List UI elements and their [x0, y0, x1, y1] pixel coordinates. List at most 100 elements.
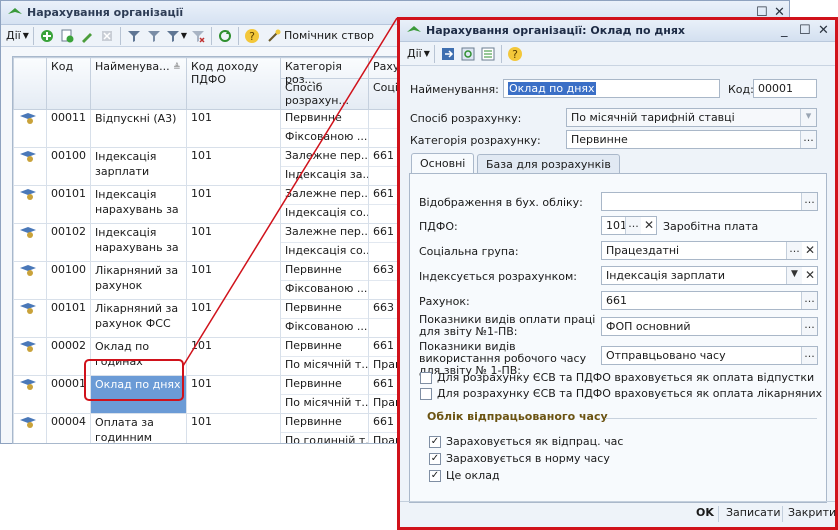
income-code-cell: 101: [186, 223, 281, 262]
counted-norm-checkbox[interactable]: ✓: [429, 453, 441, 465]
social-group-field[interactable]: Працездатні ... ✕: [601, 241, 818, 260]
social-group-label: Соціальна група:: [419, 245, 519, 258]
item-icon: [18, 149, 38, 163]
dialog-actions-menu[interactable]: Дії ▼: [406, 44, 431, 64]
reread-button[interactable]: [458, 44, 478, 64]
category-column-header[interactable]: Категорія роз... Спосіб розрахун...: [280, 57, 369, 110]
category-cell: Первинне По годинній т...: [280, 413, 369, 443]
clear-icon[interactable]: ✕: [803, 267, 817, 284]
section-divider: [605, 418, 817, 419]
save-arrow-icon: [440, 46, 456, 62]
save-close-button[interactable]: [438, 44, 458, 64]
close-button[interactable]: Закрити: [788, 506, 836, 519]
code-cell: 00001: [46, 375, 91, 414]
chevron-down-icon: ▼: [180, 31, 188, 40]
ellipsis-icon[interactable]: ...: [786, 242, 802, 259]
method-value: По місячній тарифній ставці: [571, 111, 735, 124]
actions-menu[interactable]: Дії ▼: [5, 26, 30, 46]
code-field[interactable]: 00001: [753, 79, 817, 98]
refresh-button[interactable]: [215, 26, 235, 46]
name-header-label: Найменува...: [95, 60, 170, 73]
counted-worktime-checkbox[interactable]: ✓: [429, 436, 441, 448]
code-cell: 00100: [46, 147, 91, 186]
is-salary-label: Це оклад: [446, 469, 500, 482]
category-cell: Первинне По місячній т...: [280, 375, 369, 414]
category-cell-line2: Індексація со...: [285, 244, 368, 257]
toolbar-separator: [211, 26, 213, 45]
method-select[interactable]: По місячній тарифній ставці ▾: [566, 108, 817, 127]
social-group-value: Працездатні: [606, 244, 680, 257]
income-code-cell: 101: [186, 375, 281, 414]
account-field[interactable]: 661 ...: [601, 291, 818, 310]
close-icon[interactable]: ✕: [818, 23, 829, 38]
category-field[interactable]: Первинне ...: [566, 130, 817, 149]
esv-vacation-checkbox[interactable]: [420, 372, 432, 384]
helper-label: Помічник створ: [284, 29, 375, 42]
counted-worktime-label: Зараховується як відпрац. час: [446, 435, 624, 448]
category-cell-line1: Первинне: [281, 301, 368, 319]
accounting-field[interactable]: ...: [601, 192, 818, 211]
ellipsis-icon[interactable]: ...: [625, 217, 641, 234]
income-code-column-header[interactable]: Код доходу ПДФО: [186, 57, 281, 110]
helper-button[interactable]: Помічник створ: [262, 26, 378, 46]
name-column-header[interactable]: Найменува... ≜: [90, 57, 187, 110]
filter-button[interactable]: [124, 26, 144, 46]
edit-button[interactable]: [77, 26, 97, 46]
ok-button[interactable]: OK: [696, 506, 714, 519]
category-cell: Залежне пер... Індексація со...: [280, 223, 369, 262]
help-button[interactable]: ?: [242, 26, 262, 46]
category-cell: Первинне Фіксованою ...: [280, 299, 369, 338]
esv-sick-checkbox[interactable]: [420, 388, 432, 400]
reread-icon: [460, 46, 476, 62]
category-cell-line2: Фіксованою ...: [285, 320, 368, 333]
clear-filter-button[interactable]: [188, 26, 208, 46]
chevron-down-icon[interactable]: ▼: [786, 267, 802, 284]
is-salary-checkbox[interactable]: ✓: [429, 470, 441, 482]
indexed-select[interactable]: Індексація зарплати ▼ ✕: [601, 266, 818, 285]
clear-icon[interactable]: ✕: [642, 217, 656, 234]
app-logo-icon: [406, 23, 422, 39]
name-cell: Лікарняний за рахунок: [90, 261, 187, 300]
code-column-header[interactable]: Код: [46, 57, 91, 110]
copy-button[interactable]: [57, 26, 77, 46]
toolbar-separator: [500, 44, 502, 63]
tab-main[interactable]: Основні: [411, 153, 475, 175]
labor-indicator-label: Показники видів оплати праці для звіту №…: [419, 313, 596, 338]
pdfo-field[interactable]: 101 ... ✕: [601, 216, 657, 235]
name-field[interactable]: Оклад по днях: [503, 79, 720, 98]
maximize-icon[interactable]: ☐: [799, 23, 811, 38]
worktime-indicator-field[interactable]: Отправцьовано часу ...: [601, 346, 818, 365]
method-label: Спосіб розрахунку:: [410, 112, 522, 125]
tab-base[interactable]: База для розрахунків: [477, 154, 620, 175]
add-button[interactable]: [37, 26, 57, 46]
code-header-label: Код: [51, 60, 74, 73]
indexed-label: Індексується розрахунком:: [419, 270, 577, 283]
save-button[interactable]: Записати: [726, 506, 780, 519]
labor-indicator-field[interactable]: ФОП основний ...: [601, 317, 818, 336]
delete-button[interactable]: [97, 26, 117, 46]
ellipsis-icon[interactable]: ...: [801, 318, 817, 335]
category-cell: Первинне По місячній т...: [280, 337, 369, 376]
copy-icon: [59, 28, 75, 44]
tab-base-label: База для розрахунків: [486, 158, 611, 171]
ellipsis-icon[interactable]: ...: [801, 292, 817, 309]
dialog-help-button[interactable]: ?: [505, 44, 525, 64]
tab-main-panel: Відображення в бух. обліку: ... ПДФО: 10…: [409, 173, 827, 503]
help-icon: ?: [244, 28, 260, 44]
filter-menu-button[interactable]: ▼: [164, 26, 188, 46]
category-cell-line2: По місячній т...: [285, 396, 368, 409]
name-cell: Відпускні (А3): [90, 109, 187, 148]
name-label: Найменування:: [410, 83, 499, 96]
ellipsis-icon[interactable]: ...: [801, 347, 817, 364]
clear-icon[interactable]: ✕: [803, 242, 817, 259]
ellipsis-icon[interactable]: ...: [801, 193, 817, 210]
catalog-title: Нарахування організації: [27, 6, 184, 19]
ellipsis-icon[interactable]: ...: [800, 131, 816, 148]
filter-value-button[interactable]: [144, 26, 164, 46]
method-header-label: Спосіб розрахун...: [285, 81, 349, 107]
minimize-icon[interactable]: _: [781, 23, 788, 38]
category-cell: Первинне Фіксованою ...: [280, 261, 369, 300]
button-separator: [718, 506, 719, 522]
copy-item-button[interactable]: [478, 44, 498, 64]
row-icon-cell: [13, 299, 47, 338]
